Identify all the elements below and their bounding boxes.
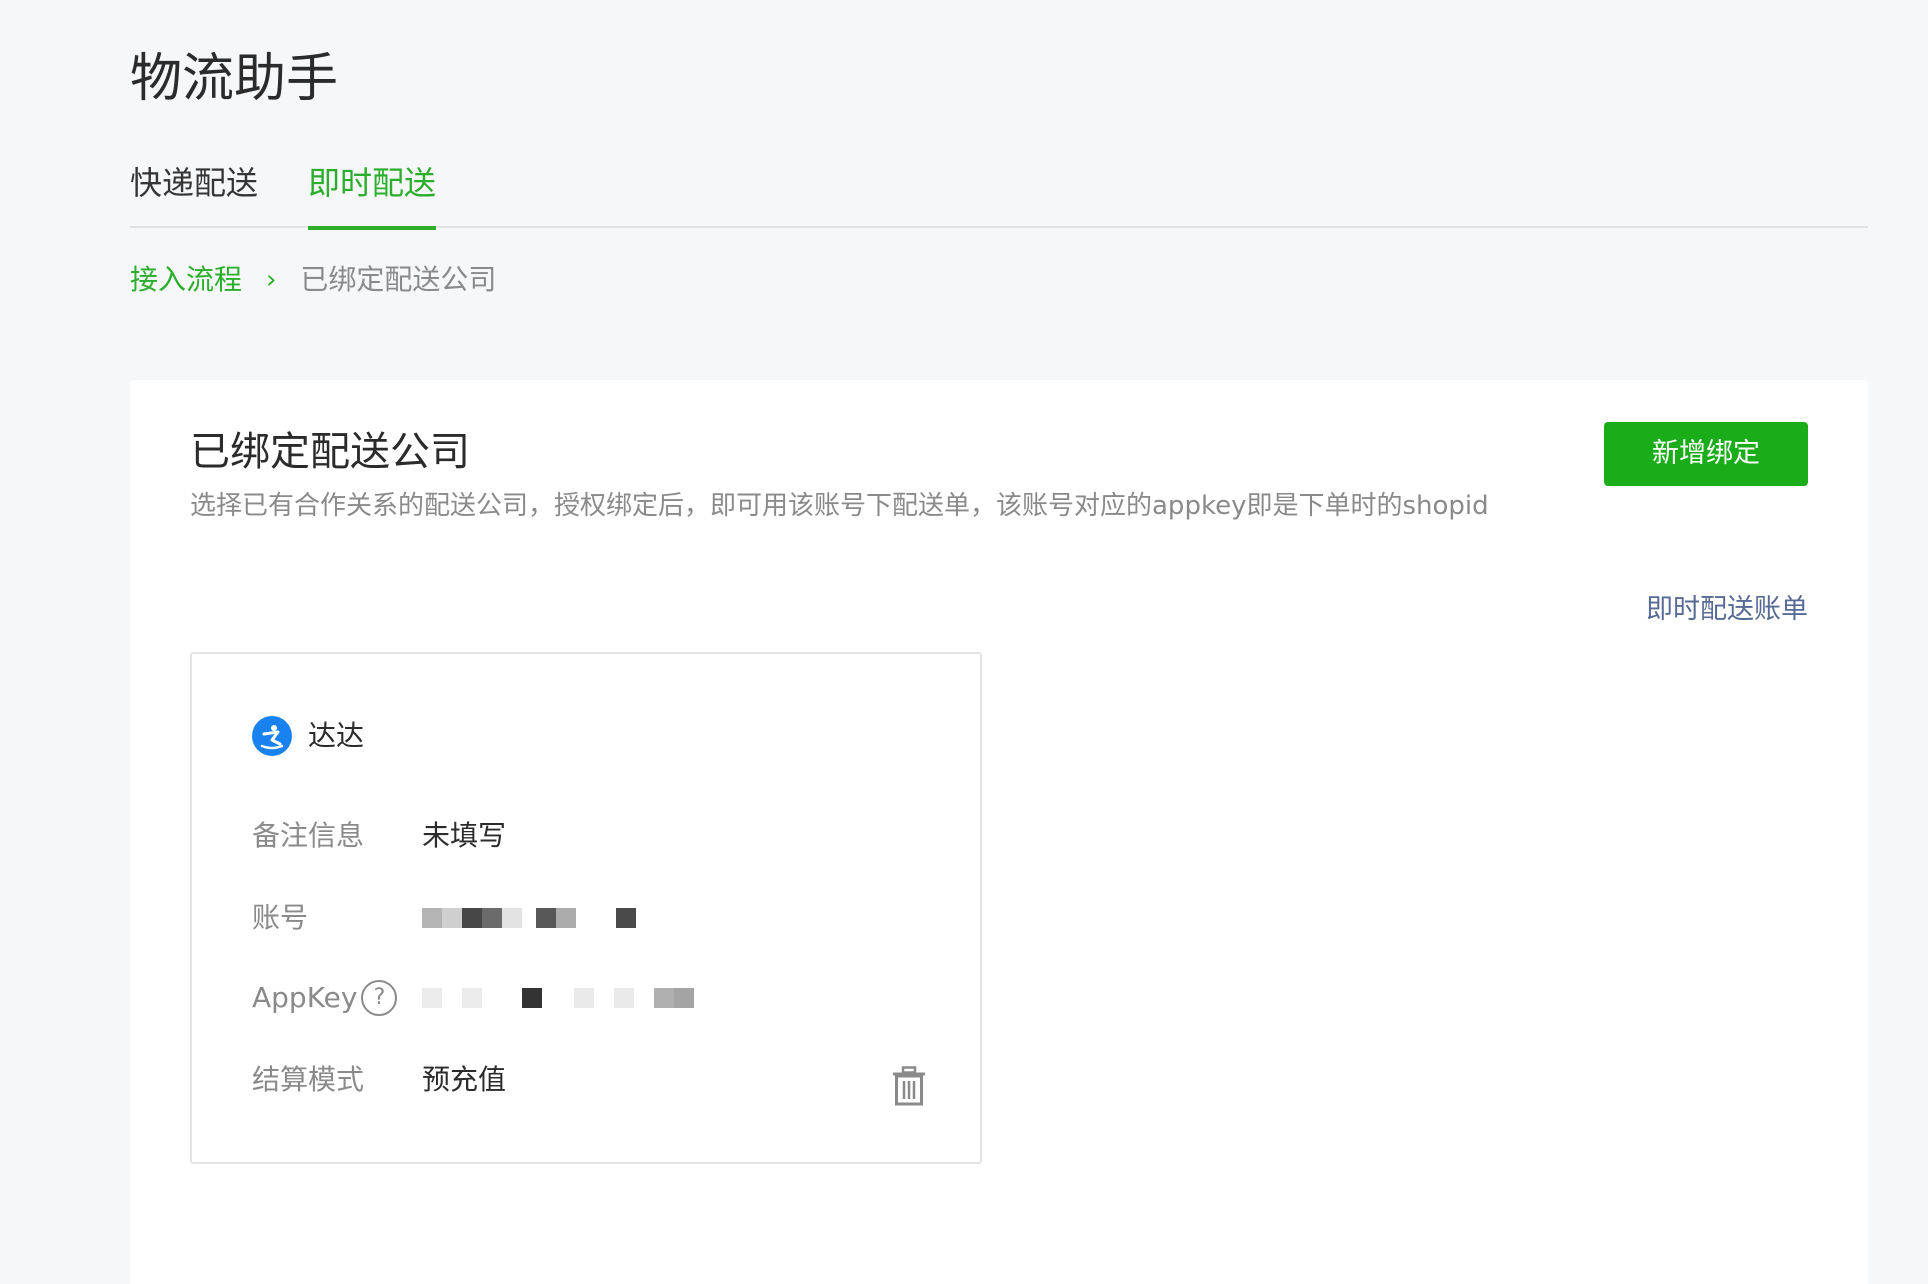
dada-logo-icon bbox=[252, 716, 292, 756]
carrier-header: 达达 bbox=[252, 716, 364, 756]
panel-title: 已绑定配送公司 bbox=[190, 429, 470, 475]
breadcrumb-link-access-process[interactable]: 接入流程 bbox=[130, 260, 242, 300]
page: 物流助手 快递配送 即时配送 接入流程 › 已绑定配送公司 已绑定配送公司 选择… bbox=[0, 0, 1928, 1284]
account-value-masked bbox=[422, 906, 636, 930]
settlement-label: 结算模式 bbox=[252, 1063, 365, 1096]
appkey-label: AppKey bbox=[252, 981, 358, 1014]
remark-row: 备注信息 未填写 bbox=[252, 816, 506, 856]
instant-delivery-bill-link[interactable]: 即时配送账单 bbox=[1646, 590, 1808, 630]
appkey-row: AppKey ? bbox=[252, 978, 694, 1018]
breadcrumb: 接入流程 › 已绑定配送公司 bbox=[130, 260, 496, 300]
carrier-card: 达达 备注信息 未填写 账号 AppKey ? 结算模式 预充值 bbox=[190, 652, 982, 1164]
account-label: 账号 bbox=[252, 901, 309, 934]
remark-label: 备注信息 bbox=[252, 819, 365, 852]
appkey-value-masked bbox=[422, 986, 694, 1010]
panel-description: 选择已有合作关系的配送公司，授权绑定后，即可用该账号下配送单，该账号对应的app… bbox=[190, 491, 1489, 521]
bound-carriers-panel: 已绑定配送公司 选择已有合作关系的配送公司，授权绑定后，即可用该账号下配送单，该… bbox=[130, 380, 1868, 1284]
tab-express-delivery[interactable]: 快递配送 bbox=[130, 160, 258, 228]
trash-icon[interactable] bbox=[892, 1066, 926, 1106]
help-question-icon[interactable]: ? bbox=[361, 980, 398, 1016]
chevron-right-icon: › bbox=[266, 265, 277, 295]
appkey-label-group: AppKey ? bbox=[252, 978, 422, 1018]
remark-value: 未填写 bbox=[422, 819, 507, 852]
page-title: 物流助手 bbox=[130, 49, 339, 109]
settlement-value: 预充值 bbox=[422, 1063, 507, 1096]
tab-bar: 快递配送 即时配送 bbox=[130, 160, 1868, 230]
tab-instant-delivery[interactable]: 即时配送 bbox=[308, 160, 437, 230]
breadcrumb-current: 已绑定配送公司 bbox=[300, 263, 497, 296]
add-binding-button[interactable]: 新增绑定 bbox=[1604, 422, 1808, 486]
carrier-name: 达达 bbox=[308, 719, 365, 752]
account-row: 账号 bbox=[252, 898, 636, 938]
settlement-row: 结算模式 预充值 bbox=[252, 1060, 506, 1100]
